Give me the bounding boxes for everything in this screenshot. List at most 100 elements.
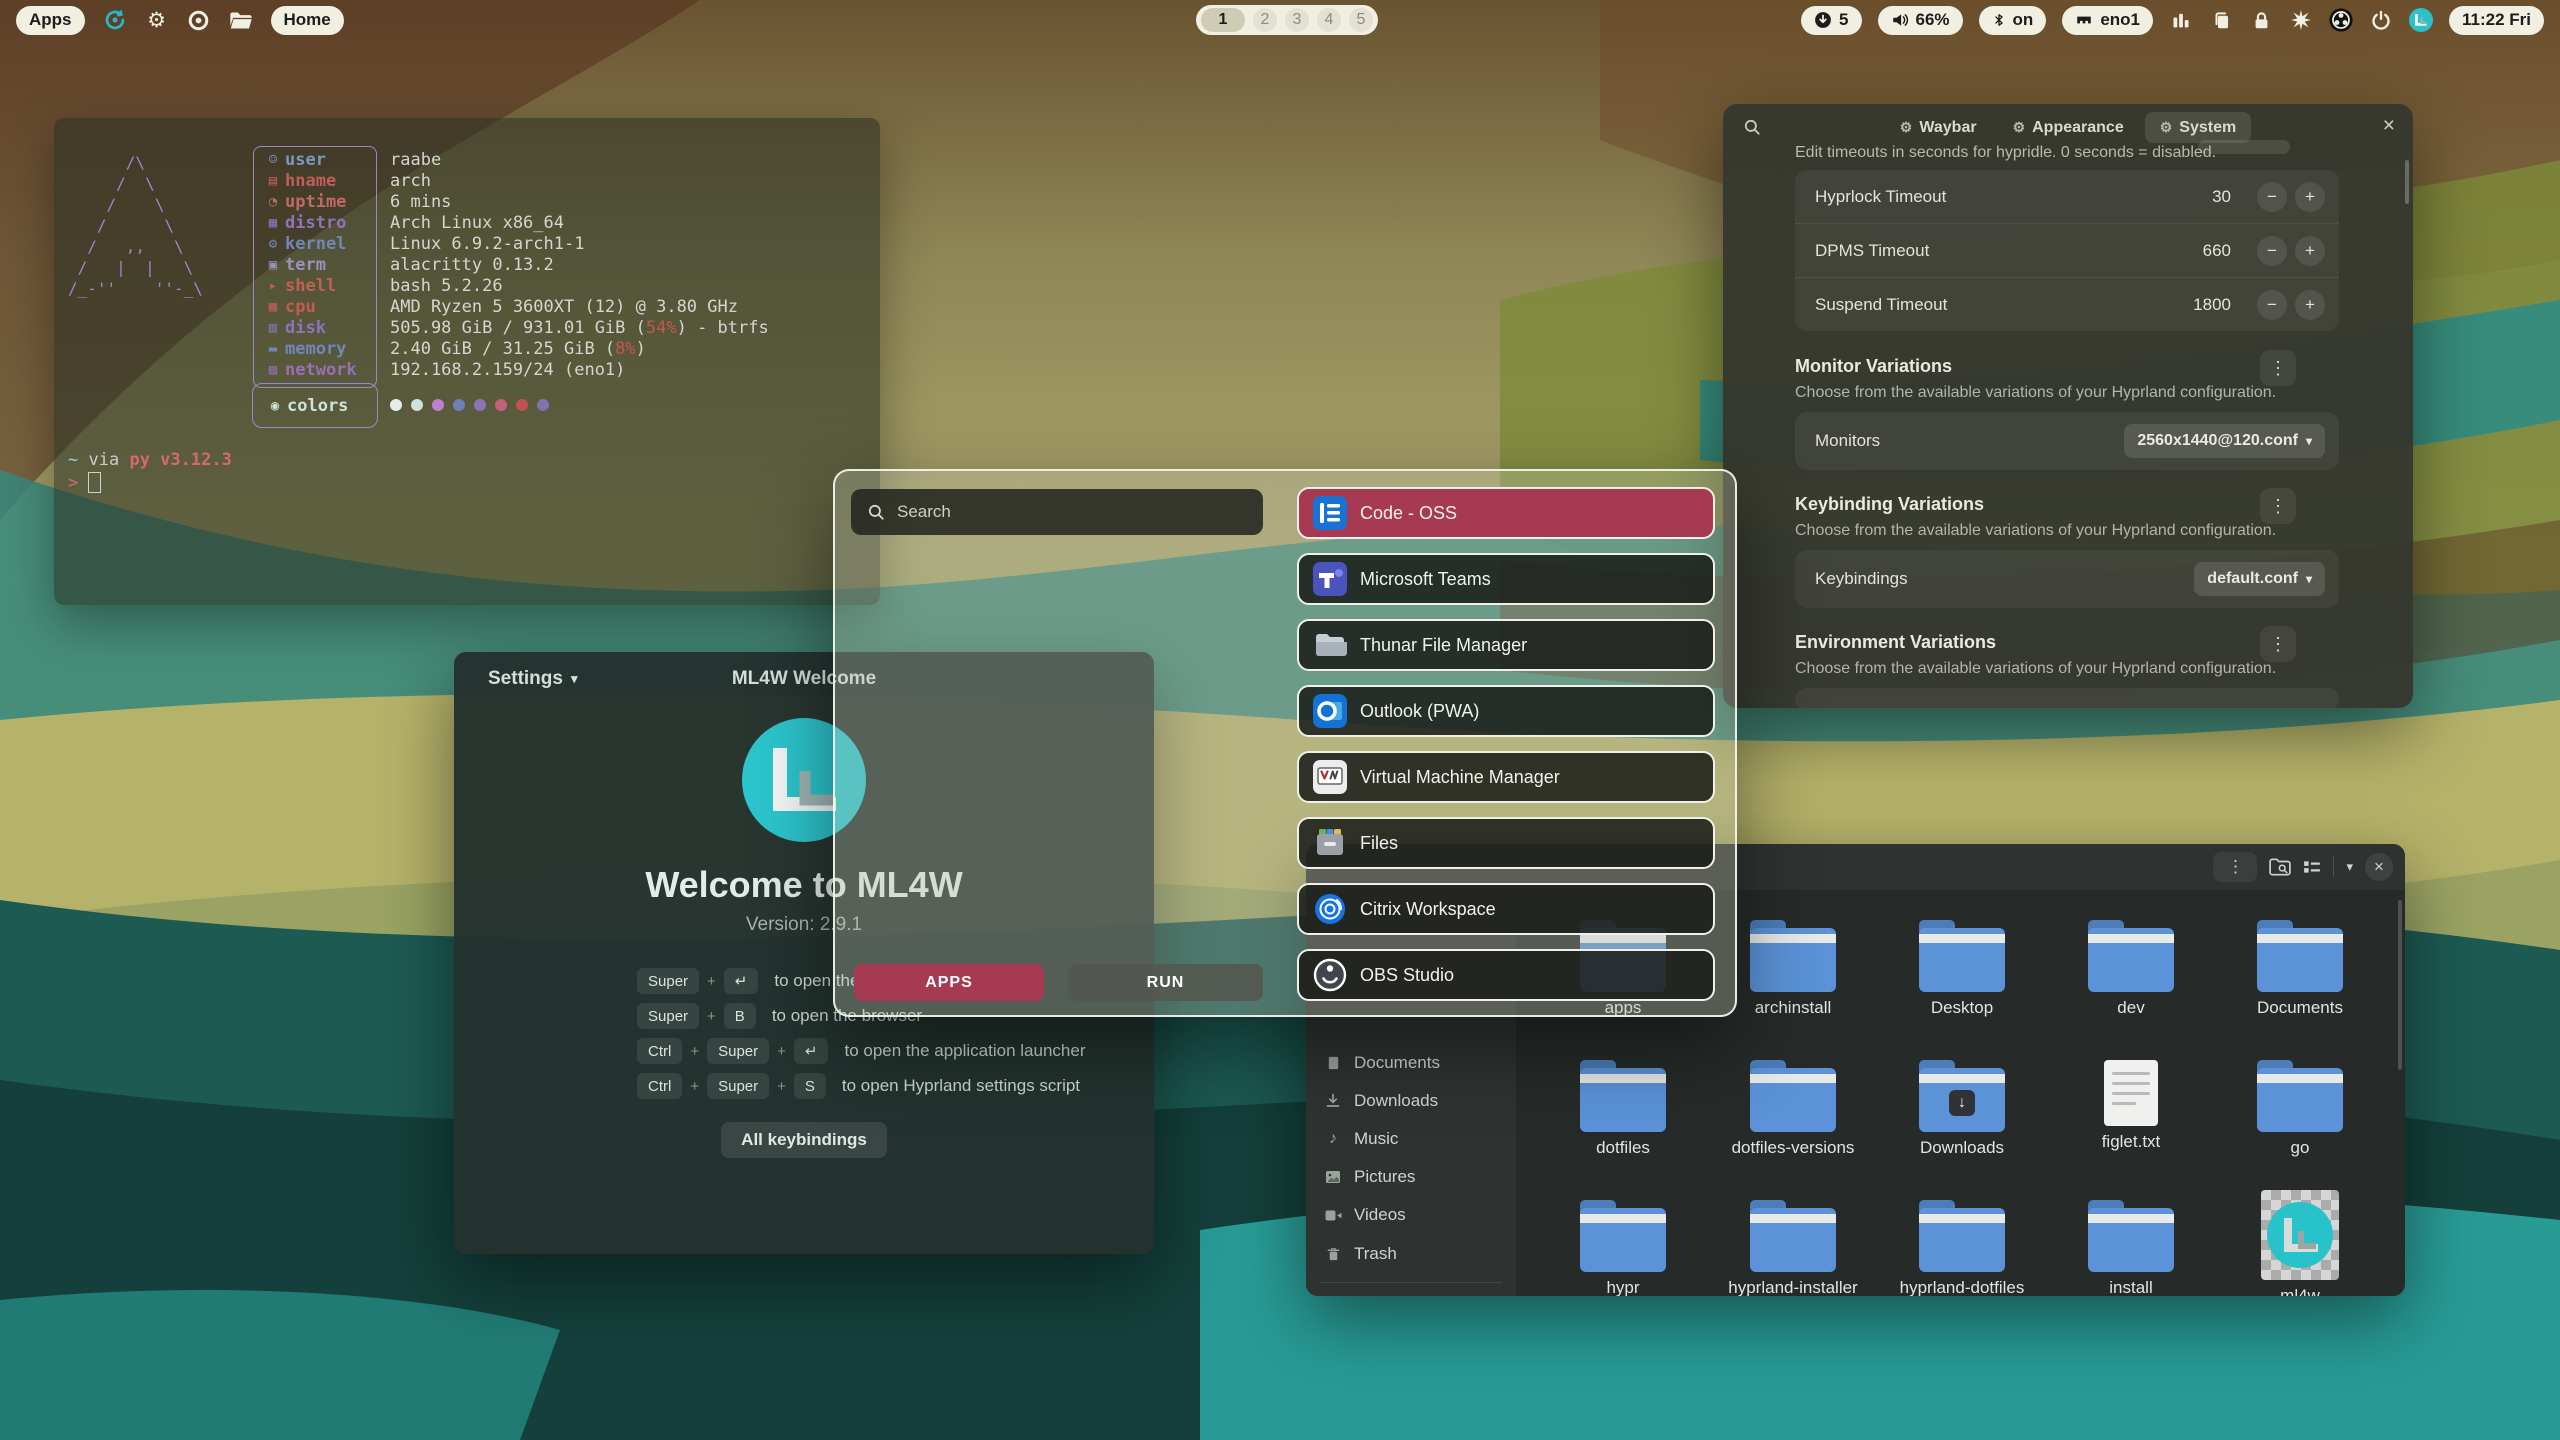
- terminal-window[interactable]: /\ / \ / \ / \ / ,, \ / | | \ /_-'' ''-_…: [54, 118, 880, 605]
- launcher-item-code-oss[interactable]: Code - OSS: [1297, 487, 1715, 539]
- tab-appearance[interactable]: ⚙Appearance: [1998, 112, 2139, 143]
- sidebar-item-music[interactable]: ♪ Music: [1324, 1124, 1398, 1154]
- monitors-dropdown[interactable]: 2560x1440@120.conf▾: [2124, 424, 2325, 458]
- grid-item-folder[interactable]: hypr: [1543, 1200, 1703, 1296]
- burst-icon[interactable]: [2289, 8, 2313, 32]
- keybindings-card: Keybindings default.conf▾: [1795, 550, 2339, 608]
- increment-button[interactable]: +: [2295, 182, 2325, 212]
- power-icon[interactable]: [2369, 8, 2393, 32]
- clipboard-icon[interactable]: [2209, 8, 2233, 32]
- apps-mode-button[interactable]: APPS: [854, 964, 1044, 1001]
- folder-search-icon[interactable]: [2269, 858, 2291, 876]
- sidebar-item-documents[interactable]: Documents: [1324, 1048, 1440, 1078]
- settings-scrollbar[interactable]: [2405, 160, 2409, 204]
- launcher-item-files[interactable]: Files: [1297, 817, 1715, 869]
- video-camera-icon: [1324, 1209, 1342, 1222]
- sidebar-item-videos[interactable]: Videos: [1324, 1200, 1406, 1230]
- file-manager-icon[interactable]: [229, 8, 253, 32]
- launcher-search-input[interactable]: Search: [851, 489, 1263, 535]
- environment-card-partial: [1795, 688, 2339, 708]
- kebab-menu-icon[interactable]: ⋮: [2260, 488, 2296, 524]
- decrement-button[interactable]: −: [2257, 236, 2287, 266]
- sidebar-item-downloads[interactable]: Downloads: [1324, 1086, 1438, 1116]
- trash-icon: [1324, 1246, 1342, 1262]
- citrix-icon: [1313, 892, 1347, 926]
- decrement-button[interactable]: −: [2257, 290, 2287, 320]
- keybindings-dropdown[interactable]: default.conf▾: [2194, 562, 2325, 596]
- grid-item-folder[interactable]: install: [2051, 1200, 2211, 1296]
- sidebar-divider: [1320, 1282, 1502, 1283]
- network-module[interactable]: eno1: [2062, 6, 2153, 35]
- grid-item-folder[interactable]: archinstall: [1713, 920, 1873, 1018]
- grid-item-folder[interactable]: dotfiles-versions: [1713, 1060, 1873, 1158]
- list-view-icon[interactable]: [2303, 858, 2321, 876]
- workspace-1[interactable]: 1: [1201, 8, 1245, 32]
- grid-item-folder[interactable]: go: [2220, 1060, 2380, 1158]
- palette-dot: [495, 399, 507, 411]
- clock-module[interactable]: 11:22 Fri: [2449, 6, 2544, 35]
- grid-item-folder[interactable]: dotfiles: [1543, 1060, 1703, 1158]
- key-chip: Super: [637, 1003, 699, 1029]
- close-icon[interactable]: ×: [2383, 114, 2395, 138]
- grid-item-folder[interactable]: dev: [2051, 920, 2211, 1018]
- apps-button[interactable]: Apps: [16, 6, 85, 35]
- bluetooth-state: on: [2013, 10, 2034, 30]
- sidebar-item-pictures[interactable]: Pictures: [1324, 1162, 1415, 1192]
- ai-assistant-icon[interactable]: [103, 8, 127, 32]
- grid-item-folder[interactable]: Documents: [2220, 920, 2380, 1018]
- close-icon[interactable]: ×: [2365, 853, 2393, 881]
- audio-mixer-icon[interactable]: [2169, 8, 2193, 32]
- home-button[interactable]: Home: [271, 6, 344, 35]
- settings-gear-icon[interactable]: ⚙: [145, 8, 169, 32]
- ml4w-tray-icon[interactable]: [2409, 8, 2433, 32]
- workspace-4[interactable]: 4: [1317, 8, 1341, 32]
- gear-icon: ⚙: [2160, 119, 2173, 136]
- decrement-button[interactable]: −: [2257, 182, 2287, 212]
- lock-icon[interactable]: [2249, 8, 2273, 32]
- monitor-variations-desc: Choose from the available variations of …: [1795, 384, 2276, 402]
- waybar: Apps ⚙ Home 1 2 3 4 5 5 66%: [0, 0, 2560, 40]
- workspace-5[interactable]: 5: [1349, 8, 1373, 32]
- launcher-item-virtual-machine-manager[interactable]: Virtual Machine Manager: [1297, 751, 1715, 803]
- timeout-value[interactable]: 660: [2203, 241, 2231, 261]
- files-scrollbar[interactable]: [2398, 900, 2402, 1070]
- shell-prompt-line[interactable]: >: [68, 472, 101, 493]
- launcher-item-outlook[interactable]: Outlook (PWA): [1297, 685, 1715, 737]
- timeout-value[interactable]: 30: [2212, 187, 2231, 207]
- launcher-item-thunar[interactable]: Thunar File Manager: [1297, 619, 1715, 671]
- bluetooth-module[interactable]: on: [1979, 6, 2047, 35]
- folder-icon: [1750, 928, 1836, 992]
- grid-item-folder[interactable]: hyprland-installer: [1713, 1200, 1873, 1296]
- grid-item-downloads-folder[interactable]: ↓ Downloads: [1882, 1060, 2042, 1158]
- palette-dot: [537, 399, 549, 411]
- kebab-menu-icon[interactable]: ⋮: [2260, 626, 2296, 662]
- launcher-item-obs-studio[interactable]: OBS Studio: [1297, 949, 1715, 1001]
- tab-waybar[interactable]: ⚙Waybar: [1885, 112, 1992, 143]
- kebab-menu-icon[interactable]: ⋮: [2213, 852, 2257, 882]
- environment-variations-desc: Choose from the available variations of …: [1795, 660, 2276, 678]
- plus-separator: +: [707, 973, 716, 990]
- timeout-value[interactable]: 1800: [2193, 295, 2231, 315]
- launcher-item-citrix[interactable]: Citrix Workspace: [1297, 883, 1715, 935]
- all-keybindings-button[interactable]: All keybindings: [721, 1122, 887, 1158]
- tab-system[interactable]: ⚙System: [2145, 112, 2251, 143]
- grid-item-image[interactable]: ml4w: [2220, 1190, 2380, 1296]
- grid-item-text-file[interactable]: figlet.txt: [2051, 1056, 2211, 1152]
- grid-item-folder[interactable]: hyprland-dotfiles: [1882, 1200, 2042, 1296]
- search-icon: [867, 503, 885, 521]
- volume-module[interactable]: 66%: [1878, 6, 1963, 35]
- workspace-2[interactable]: 2: [1253, 8, 1277, 32]
- grid-item-folder[interactable]: Desktop: [1882, 920, 2042, 1018]
- updates-module[interactable]: 5: [1801, 6, 1861, 35]
- increment-button[interactable]: +: [2295, 290, 2325, 320]
- increment-button[interactable]: +: [2295, 236, 2325, 266]
- run-mode-button[interactable]: RUN: [1068, 964, 1263, 1001]
- browser-icon[interactable]: [187, 8, 211, 32]
- view-options-dropdown-icon[interactable]: ▾: [2346, 859, 2353, 875]
- sidebar-item-trash[interactable]: Trash: [1324, 1239, 1397, 1269]
- launcher-item-microsoft-teams[interactable]: Microsoft Teams: [1297, 553, 1715, 605]
- obs-tray-icon[interactable]: [2329, 8, 2353, 32]
- folder-icon: [1580, 1068, 1666, 1132]
- workspace-3[interactable]: 3: [1285, 8, 1309, 32]
- kebab-menu-icon[interactable]: ⋮: [2260, 350, 2296, 386]
